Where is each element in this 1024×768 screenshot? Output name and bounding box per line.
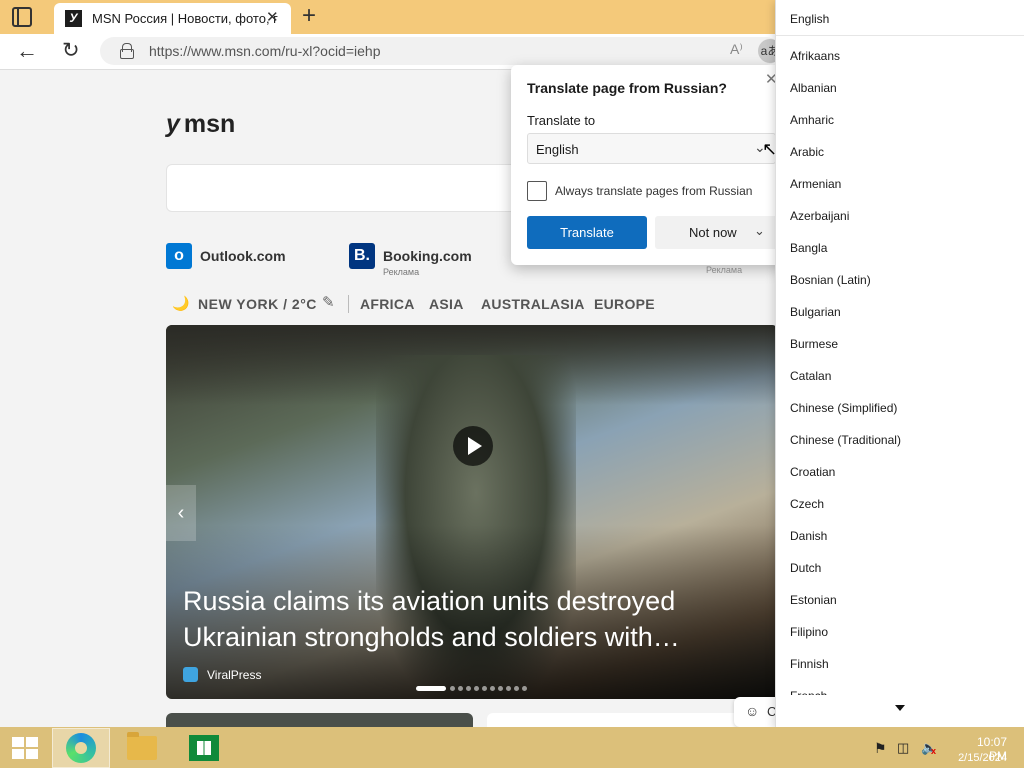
edge-browser-icon xyxy=(66,733,96,763)
carousel-dot[interactable] xyxy=(450,686,455,691)
edit-pencil-icon[interactable]: ✎ xyxy=(322,293,335,311)
language-option[interactable]: Danish xyxy=(790,529,827,543)
msn-logo[interactable]: y msn xyxy=(166,110,235,139)
language-options: Afrikaans Albanian Amharic Arabic Armenian Az… xyxy=(776,40,1024,695)
language-option-selected[interactable]: English xyxy=(776,0,1024,36)
nav-item-asia[interactable]: ASIA xyxy=(429,296,464,312)
carousel-dot[interactable] xyxy=(466,686,471,691)
always-translate-checkbox[interactable] xyxy=(527,181,547,201)
language-option[interactable]: Amharic xyxy=(790,113,834,127)
language-option[interactable]: Chinese (Traditional) xyxy=(790,433,901,447)
language-option[interactable]: Burmese xyxy=(790,337,838,351)
language-option[interactable]: Croatian xyxy=(790,465,835,479)
outlook-icon: o xyxy=(166,243,192,269)
back-arrow-icon[interactable]: ← xyxy=(16,38,38,64)
translate-button[interactable]: Translate xyxy=(527,216,647,249)
source-logo-icon xyxy=(183,667,198,682)
carousel-dot[interactable] xyxy=(474,686,479,691)
not-now-label: Not now xyxy=(689,225,737,240)
target-language-value: English xyxy=(536,142,579,157)
hero-card[interactable]: ‹ Russia claims its aviation units destr… xyxy=(166,325,778,699)
quicklink-label: Outlook.com xyxy=(200,248,286,264)
translate-popup-title: Translate page from Russian? xyxy=(527,80,727,96)
nav-item-europe[interactable]: EUROPE xyxy=(594,296,655,312)
ad-label: Реклама xyxy=(706,265,743,275)
network-icon[interactable]: ◫ xyxy=(897,740,909,756)
language-option[interactable]: Azerbaijani xyxy=(790,209,849,223)
always-translate-label[interactable]: Always translate pages from Russian xyxy=(555,184,752,198)
mute-x-icon: x xyxy=(931,746,937,756)
clock-date[interactable]: 2/15/2024 xyxy=(945,752,1007,764)
taskbar: ⚑ ◫ 🔈 x 10:07 PM 2/15/2024 xyxy=(0,727,1024,768)
chevron-down-icon[interactable]: ⌄ xyxy=(754,223,765,239)
carousel-dot[interactable] xyxy=(490,686,495,691)
language-option[interactable]: Bulgarian xyxy=(790,305,841,319)
people-icon: ☺ xyxy=(745,703,760,719)
language-option[interactable]: Catalan xyxy=(790,369,831,383)
booking-icon: B. xyxy=(349,243,375,269)
carousel-dot[interactable] xyxy=(498,686,503,691)
nav-item-africa[interactable]: AFRICA xyxy=(360,296,415,312)
store-icon[interactable] xyxy=(189,735,219,761)
lock-icon[interactable] xyxy=(120,43,134,59)
language-option[interactable]: Chinese (Simplified) xyxy=(790,401,897,415)
language-option[interactable]: Estonian xyxy=(790,593,837,607)
tab-close-icon[interactable]: ✕ xyxy=(266,8,279,26)
windows-start-icon[interactable] xyxy=(12,737,38,759)
msn-logo-text: msn xyxy=(183,110,236,138)
url-text: https://www.msn.com/ru-xl?ocid=iehp xyxy=(149,43,381,59)
language-option[interactable]: Bangla xyxy=(790,241,827,255)
language-dropdown: English Afrikaans Albanian Amharic Arabic Ar… xyxy=(775,0,1024,727)
taskbar-edge[interactable] xyxy=(52,728,110,768)
language-option[interactable]: French xyxy=(790,689,827,695)
carousel-dot[interactable] xyxy=(416,686,446,691)
language-option[interactable]: Albanian xyxy=(790,81,837,95)
tab-title: MSN Россия | Новости, фото, г xyxy=(92,11,278,26)
hero-source[interactable]: ViralPress xyxy=(207,668,261,682)
quicklink-label: Booking.com xyxy=(383,248,472,264)
carousel-dot[interactable] xyxy=(506,686,511,691)
scroll-down-icon[interactable] xyxy=(895,705,905,711)
translate-to-label: Translate to xyxy=(527,113,596,128)
language-option[interactable]: Dutch xyxy=(790,561,821,575)
file-explorer-icon[interactable] xyxy=(127,732,157,760)
carousel-dot[interactable] xyxy=(522,686,527,691)
address-input[interactable]: https://www.msn.com/ru-xl?ocid=iehp A⁾ a… xyxy=(100,37,782,65)
target-language-select[interactable]: English ⌄ xyxy=(527,133,776,164)
weather-location[interactable]: NEW YORK / 2°C xyxy=(198,296,317,312)
search-input[interactable] xyxy=(166,164,526,212)
not-now-button[interactable]: Not now ⌄ xyxy=(655,216,779,249)
translate-popup: ✕ Translate page from Russian? Translate… xyxy=(511,65,786,265)
language-option[interactable]: Czech xyxy=(790,497,824,511)
ad-label: Реклама xyxy=(383,267,420,277)
language-option[interactable]: Filipino xyxy=(790,625,828,639)
moon-icon: 🌙 xyxy=(172,295,190,311)
msn-logo-icon: y xyxy=(166,110,180,138)
language-option[interactable]: Finnish xyxy=(790,657,829,671)
nav-item-australasia[interactable]: AUSTRALASIA xyxy=(481,296,585,312)
read-aloud-icon[interactable]: A⁾ xyxy=(730,41,743,58)
hero-headline[interactable]: Russia claims its aviation units destroy… xyxy=(183,583,763,655)
play-icon[interactable] xyxy=(453,426,493,466)
tab-actions-icon[interactable] xyxy=(12,7,32,27)
action-center-flag-icon[interactable]: ⚑ xyxy=(874,740,887,757)
language-option[interactable]: Afrikaans xyxy=(790,49,840,63)
carousel-dot[interactable] xyxy=(482,686,487,691)
language-option-label: English xyxy=(790,12,830,26)
carousel-dot[interactable] xyxy=(458,686,463,691)
refresh-icon[interactable]: ↻ xyxy=(62,38,80,63)
language-option[interactable]: Bosnian (Latin) xyxy=(790,273,871,287)
language-option[interactable]: Arabic xyxy=(790,145,824,159)
tab-msn[interactable]: У MSN Россия | Новости, фото, г ✕ xyxy=(54,3,291,34)
divider xyxy=(348,295,349,313)
new-tab-icon[interactable]: + xyxy=(302,2,316,30)
chevron-left-icon[interactable]: ‹ xyxy=(166,485,196,541)
language-option[interactable]: Armenian xyxy=(790,177,841,191)
msn-favicon-icon: У xyxy=(65,10,82,27)
carousel-dot[interactable] xyxy=(514,686,519,691)
